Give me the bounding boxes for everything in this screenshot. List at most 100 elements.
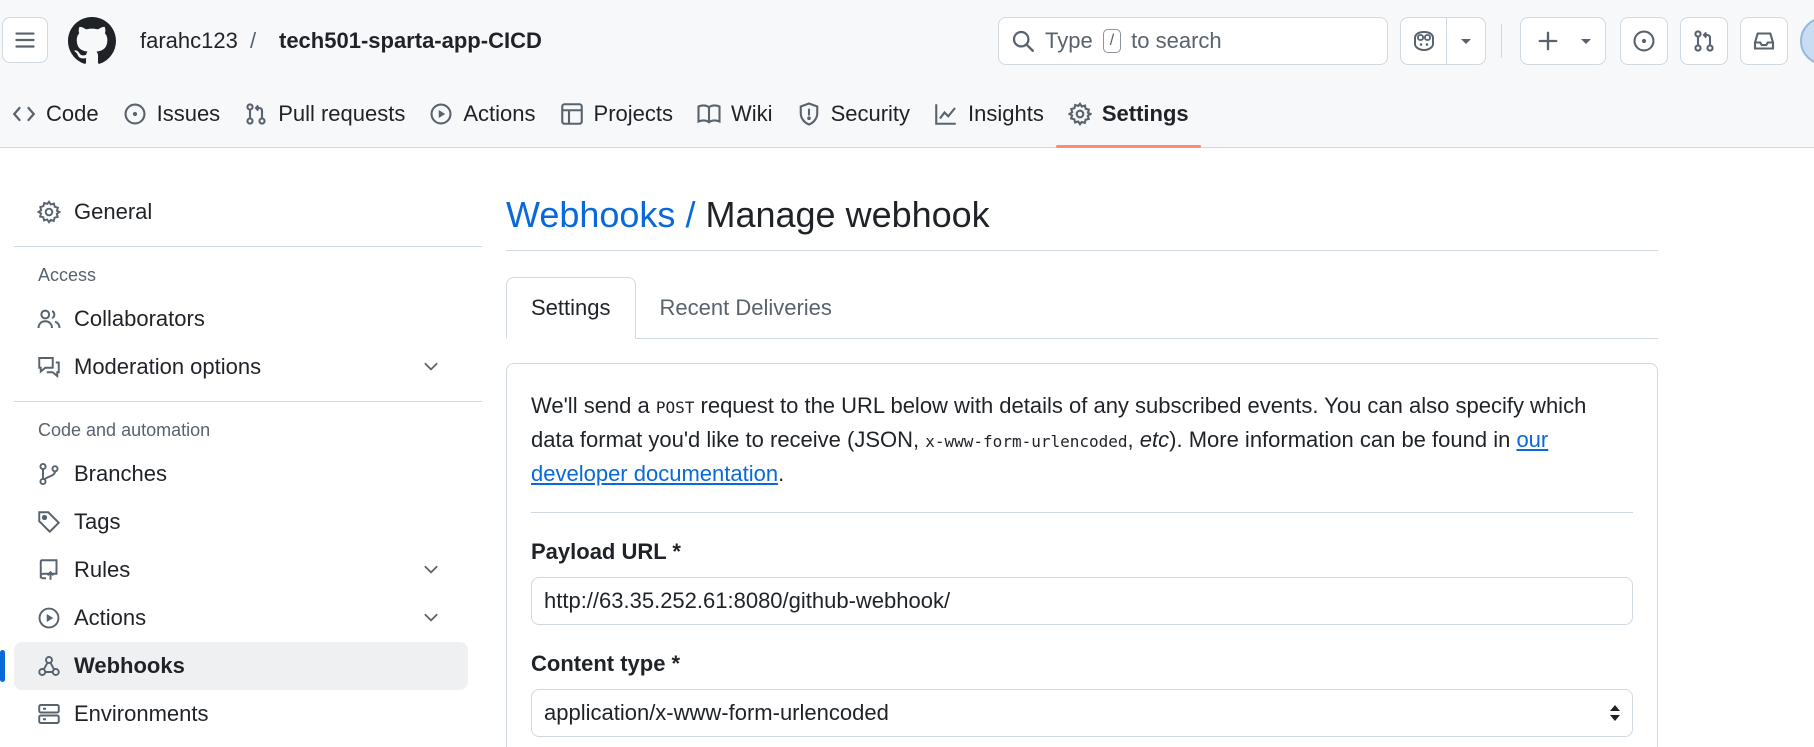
tab-actions[interactable]: Actions <box>417 90 547 138</box>
webhook-icon <box>36 654 62 678</box>
tab-label: Pull requests <box>278 101 406 126</box>
chevron-down-icon <box>1571 36 1601 46</box>
shield-icon <box>797 102 821 126</box>
sidebar-item-collaborators[interactable]: Collaborators <box>14 295 468 343</box>
intro-segment: , <box>1127 427 1140 452</box>
payload-url-label: Payload URL * <box>531 539 681 564</box>
sidebar-divider <box>14 401 482 402</box>
sidebar-item-label: Actions <box>74 605 147 630</box>
copilot-button[interactable] <box>1400 17 1486 65</box>
chevron-down-icon <box>418 560 444 578</box>
select-arrows-icon <box>1608 702 1622 724</box>
sidebar-item-label: Rules <box>74 557 131 582</box>
search-icon <box>1011 29 1035 53</box>
sidebar-item-webhooks[interactable]: Webhooks <box>0 642 468 690</box>
sidebar-item-label: Environments <box>74 701 209 726</box>
tab-security[interactable]: Security <box>785 90 922 138</box>
search-prefix: Type <box>1045 28 1093 53</box>
sidebar-heading-code: Code and automation <box>38 419 211 440</box>
webhooks-breadcrumb-link[interactable]: Webhooks / <box>506 194 695 236</box>
sidebar-item-label: General <box>74 199 153 224</box>
server-icon <box>36 702 62 726</box>
page-title-text: Manage webhook <box>705 194 990 235</box>
repo-push-icon <box>36 558 62 582</box>
branch-icon <box>36 462 62 486</box>
pull-requests-button[interactable] <box>1680 17 1728 65</box>
content-type-select[interactable]: application/x-www-form-urlencoded <box>531 689 1633 737</box>
play-icon <box>429 102 453 126</box>
content-type-value: application/x-www-form-urlencoded <box>544 700 889 725</box>
search-shortcut-key: / <box>1102 29 1122 53</box>
copilot-icon <box>1401 29 1446 53</box>
breadcrumb-repo[interactable]: tech501-sparta-app-CICD <box>279 28 542 54</box>
tab-label: Code <box>46 101 99 126</box>
tab-insights[interactable]: Insights <box>922 90 1056 138</box>
intro-segment: ). More information can be found in <box>1169 427 1517 452</box>
tab-label: Insights <box>968 101 1044 126</box>
tab-label: Issues <box>156 101 221 126</box>
tab-webhook-settings[interactable]: Settings <box>506 277 636 339</box>
sidebar-item-branches[interactable]: Branches <box>14 450 468 498</box>
tab-pull-requests[interactable]: Pull requests <box>232 90 417 138</box>
comment-discussion-icon <box>36 355 62 379</box>
search-input[interactable]: Type / to search <box>998 17 1388 65</box>
pull-request-icon <box>1692 29 1716 53</box>
breadcrumb-separator: / <box>250 28 257 53</box>
tag-icon <box>36 510 62 534</box>
header-divider <box>1501 24 1502 58</box>
pull-request-icon <box>244 102 268 126</box>
menu-button[interactable] <box>2 17 48 63</box>
chevron-down-icon[interactable] <box>1447 36 1485 46</box>
book-icon <box>697 102 721 126</box>
inbox-button[interactable] <box>1740 17 1788 65</box>
table-icon <box>560 102 584 126</box>
settings-sidebar: General Access Collaborators Moderation … <box>0 188 482 738</box>
gear-icon <box>36 200 62 224</box>
form-divider <box>531 512 1633 513</box>
sidebar-item-environments[interactable]: Environments <box>14 690 468 738</box>
tab-label: Wiki <box>731 101 773 126</box>
github-logo-icon[interactable] <box>68 17 116 65</box>
tab-issues[interactable]: Issues <box>111 90 233 138</box>
payload-url-input[interactable]: http://63.35.252.61:8080/github-webhook/ <box>531 577 1633 625</box>
sidebar-item-label: Branches <box>74 461 167 486</box>
sidebar-item-label: Tags <box>74 509 121 534</box>
sidebar-item-moderation[interactable]: Moderation options <box>14 343 468 391</box>
tab-wiki[interactable]: Wiki <box>685 90 785 138</box>
tab-projects[interactable]: Projects <box>548 90 685 138</box>
chevron-down-icon <box>418 357 444 375</box>
issues-button[interactable] <box>1620 17 1668 65</box>
page-title: Webhooks / Manage webhook <box>506 188 1658 242</box>
intro-urlencoded-code: x-www-form-urlencoded <box>925 432 1128 451</box>
issue-icon <box>1632 29 1656 53</box>
chevron-down-icon <box>418 608 444 626</box>
intro-segment: . <box>778 461 785 486</box>
sidebar-item-label: Moderation options <box>74 354 262 379</box>
gear-icon <box>1067 102 1092 126</box>
avatar[interactable] <box>1800 17 1814 65</box>
sidebar-item-tags[interactable]: Tags <box>14 498 468 546</box>
intro-etc: etc <box>1139 427 1170 452</box>
webhook-form: We'll send a POST request to the URL bel… <box>506 363 1658 747</box>
sidebar-item-rules[interactable]: Rules <box>14 546 468 594</box>
title-divider <box>506 250 1658 251</box>
app-header: farahc123 / tech501-sparta-app-CICD Type… <box>0 0 1814 148</box>
sidebar-item-label: Webhooks <box>74 653 185 678</box>
tab-label: Security <box>830 101 911 126</box>
webhook-tabs: Settings Recent Deliveries <box>506 277 1658 339</box>
graph-icon <box>934 102 958 126</box>
create-new-button[interactable] <box>1520 17 1606 65</box>
inbox-icon <box>1752 29 1776 53</box>
content-type-label: Content type * <box>531 651 681 676</box>
plus-icon <box>1525 30 1571 52</box>
tab-code[interactable]: Code <box>0 90 111 138</box>
intro-segment: We'll send a <box>531 393 656 418</box>
sidebar-heading-access: Access <box>38 264 97 285</box>
sidebar-item-actions[interactable]: Actions <box>14 594 468 642</box>
breadcrumb-owner[interactable]: farahc123 <box>140 28 238 54</box>
main-content: Webhooks / Manage webhook Settings Recen… <box>506 188 1658 747</box>
tab-recent-deliveries[interactable]: Recent Deliveries <box>636 277 856 339</box>
sidebar-item-general[interactable]: General <box>14 188 468 236</box>
tab-label: Actions <box>463 101 536 126</box>
tab-settings[interactable]: Settings <box>1055 90 1201 148</box>
